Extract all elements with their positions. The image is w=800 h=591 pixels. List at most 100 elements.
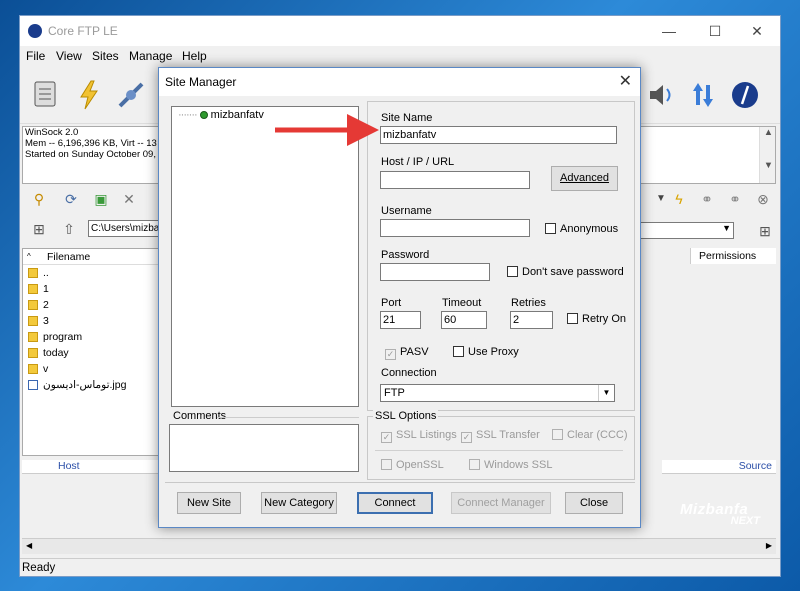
checkmark-icon: ✓: [461, 432, 472, 443]
connect-button[interactable]: Connect: [357, 492, 433, 514]
folder-icon: [28, 316, 38, 326]
clear-ccc-checkbox[interactable]: Clear (CCC): [552, 429, 628, 441]
minimize-button[interactable]: —: [646, 16, 692, 46]
dont-save-password-checkbox[interactable]: Don't save password: [507, 266, 624, 278]
coreftp-logo-icon[interactable]: [728, 78, 762, 112]
tree-item-site[interactable]: ······· mizbanfatv: [178, 109, 264, 121]
new-category-label: New Category: [264, 497, 334, 509]
connect-plug-icon[interactable]: [114, 78, 148, 112]
retry-on-label: Retry On: [582, 313, 627, 325]
delete-icon[interactable]: ✕: [120, 190, 138, 208]
plug-icon[interactable]: ⚭: [698, 190, 716, 208]
up-folder-icon[interactable]: ⇧: [60, 220, 78, 238]
tree-view-icon[interactable]: ⊞: [756, 222, 774, 240]
mizbanfa-logo: Mizbanfa NEXT: [680, 501, 776, 541]
arrow-head: [347, 114, 379, 146]
maximize-button[interactable]: ☐: [692, 16, 738, 46]
file-name: 3: [43, 315, 49, 327]
menu-view[interactable]: View: [56, 49, 82, 63]
host-label: Host / IP / URL: [381, 156, 455, 168]
connection-label: Connection: [381, 367, 437, 379]
close-button[interactable]: Close: [565, 492, 623, 514]
connect-manager-button[interactable]: Connect Manager: [451, 492, 551, 514]
folder-icon: [28, 332, 38, 342]
openssl-checkbox[interactable]: OpenSSL: [381, 459, 444, 471]
password-input[interactable]: [380, 263, 490, 281]
quick-connect-small-icon[interactable]: ϟ: [670, 190, 688, 208]
disconnect-icon[interactable]: ⚭: [726, 190, 744, 208]
retries-input[interactable]: 2: [510, 311, 553, 329]
new-site-button[interactable]: New Site: [177, 492, 241, 514]
remote-path-dropdown[interactable]: ▼: [630, 222, 734, 239]
list-item[interactable]: 2: [23, 297, 159, 313]
connection-select[interactable]: FTP ▼: [380, 384, 615, 402]
list-item[interactable]: today: [23, 345, 159, 361]
menu-file[interactable]: File: [26, 49, 45, 63]
close-window-button[interactable]: ✕: [734, 16, 780, 46]
checkbox-box: [469, 459, 480, 470]
retry-on-checkbox[interactable]: Retry On: [567, 313, 626, 325]
menu-sites[interactable]: Sites: [92, 49, 119, 63]
site-manager-icon[interactable]: [28, 78, 62, 112]
username-input[interactable]: [380, 219, 530, 237]
checkmark-icon: ✓: [385, 349, 396, 360]
speaker-icon[interactable]: [644, 78, 678, 112]
new-site-label: New Site: [186, 497, 232, 509]
menu-help[interactable]: Help: [182, 49, 207, 63]
refresh-icon[interactable]: ⟳: [62, 190, 80, 208]
ssl-transfer-checkbox[interactable]: ✓ SSL Transfer: [461, 429, 540, 443]
use-proxy-label: Use Proxy: [468, 346, 519, 358]
filename-column-header[interactable]: ^ Filename: [23, 249, 159, 265]
list-item[interactable]: 3: [23, 313, 159, 329]
horizontal-scrollbar[interactable]: ◀ ▶: [22, 538, 776, 554]
local-path-bar: ⊞ ⇧ C:\Users\mizba: [22, 218, 172, 240]
anonymous-checkbox[interactable]: Anonymous: [545, 223, 618, 235]
host-input[interactable]: [380, 171, 530, 189]
pasv-checkbox[interactable]: ✓ PASV: [385, 346, 429, 360]
connect-manager-label: Connect Manager: [457, 497, 545, 509]
checkbox-box: [453, 346, 464, 357]
port-input[interactable]: 21: [380, 311, 421, 329]
timeout-input[interactable]: 60: [441, 311, 487, 329]
permissions-column-header[interactable]: Permissions: [690, 248, 776, 264]
log-scrollbar[interactable]: ▲ ▼: [759, 127, 775, 183]
chevron-down-icon[interactable]: ▼: [652, 190, 670, 208]
site-name-input[interactable]: mizbanfatv: [380, 126, 617, 144]
windows-ssl-checkbox[interactable]: Windows SSL: [469, 459, 552, 471]
use-proxy-checkbox[interactable]: Use Proxy: [453, 346, 519, 358]
source-tab[interactable]: Source: [662, 460, 776, 474]
transfer-arrows-icon[interactable]: [686, 78, 720, 112]
folder-icon: [28, 268, 38, 278]
local-path-input[interactable]: C:\Users\mizba: [88, 220, 168, 237]
site-manager-dialog: Site Manager ✕ ······· mizbanfatv Comment…: [158, 67, 641, 528]
list-item[interactable]: program: [23, 329, 159, 345]
image-file-icon: [28, 380, 38, 390]
stop-icon[interactable]: ⊗: [754, 190, 772, 208]
timeout-label: Timeout: [442, 297, 482, 309]
checkbox-box: [507, 266, 518, 277]
list-item[interactable]: توماس-ادیسون.jpg: [23, 377, 159, 393]
connection-value: FTP: [384, 387, 405, 399]
list-item[interactable]: v: [23, 361, 159, 377]
new-category-button[interactable]: New Category: [261, 492, 337, 514]
host-tab[interactable]: Host: [22, 460, 160, 474]
checkbox-box: [552, 429, 563, 440]
quick-connect-icon[interactable]: [72, 78, 106, 112]
tree-view-icon[interactable]: ⊞: [30, 220, 48, 238]
list-item[interactable]: ..: [23, 265, 159, 281]
search-icon[interactable]: ⚲: [30, 190, 48, 208]
checkbox-box: [567, 313, 578, 324]
comments-divider: [217, 417, 359, 418]
comments-textarea[interactable]: [169, 424, 359, 472]
list-item[interactable]: 1: [23, 281, 159, 297]
menu-manage[interactable]: Manage: [129, 49, 172, 63]
new-folder-icon[interactable]: ▣: [92, 190, 110, 208]
openssl-label: OpenSSL: [396, 459, 444, 471]
sort-up-icon: ^: [27, 252, 31, 261]
advanced-button[interactable]: Advanced: [551, 166, 618, 191]
ssl-listings-checkbox[interactable]: ✓ SSL Listings: [381, 429, 457, 443]
file-name: today: [43, 347, 69, 359]
close-icon[interactable]: ✕: [619, 71, 632, 91]
close-label: Close: [579, 497, 609, 509]
file-name: v: [43, 363, 49, 375]
